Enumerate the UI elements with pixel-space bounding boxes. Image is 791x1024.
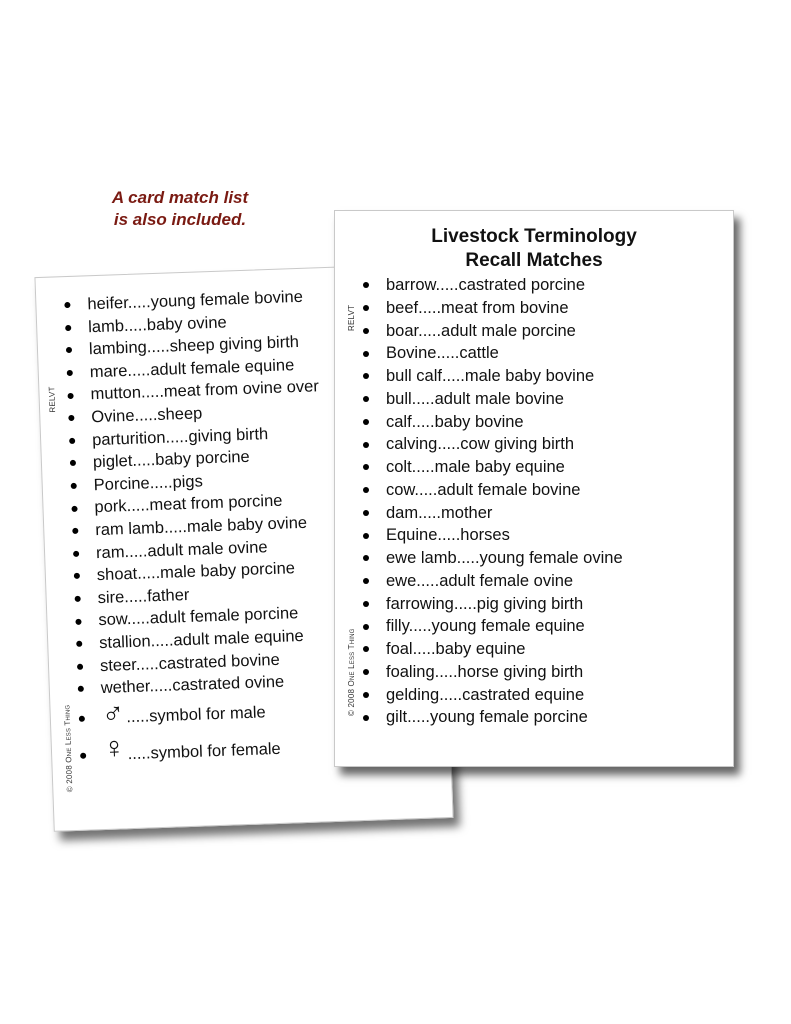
list-item: gilt.....young female porcine	[363, 706, 623, 729]
bullet-icon	[80, 752, 87, 760]
caption-line-2: is also included.	[113, 210, 247, 229]
bullet-icon	[74, 595, 81, 602]
list-item: filly.....young female equine	[363, 615, 623, 638]
list-item: bull.....adult male bovine	[363, 388, 623, 411]
list-item: farrowing.....pig giving birth	[363, 593, 623, 616]
bullet-icon	[363, 464, 369, 471]
list-item: foal.....baby equine	[363, 638, 623, 661]
bullet-icon	[70, 482, 77, 490]
copyright-label: © 2008 One Less Thing	[347, 628, 356, 716]
list-item-female-symbol: ♀.....symbol for female	[80, 729, 332, 774]
right-term-list: barrow.....castrated porcine beef.....me…	[363, 274, 623, 729]
bullet-icon	[363, 600, 369, 607]
bullet-icon	[363, 418, 369, 425]
side-code-label: RELVT	[347, 304, 356, 331]
bullet-icon	[363, 532, 369, 539]
bullet-icon	[363, 578, 369, 585]
bullet-icon	[69, 460, 77, 467]
bullet-icon	[71, 505, 78, 512]
list-item: calving.....cow giving birth	[363, 433, 623, 456]
bullet-icon	[78, 715, 85, 723]
bullet-icon	[75, 618, 82, 625]
bullet-icon	[64, 302, 71, 309]
bullet-icon	[363, 373, 369, 380]
bullet-icon	[76, 663, 84, 670]
bullet-icon	[76, 640, 83, 648]
bullet-icon	[73, 573, 81, 580]
list-item: bull calf.....male baby bovine	[363, 365, 623, 388]
bullet-icon	[363, 282, 369, 289]
bullet-icon	[363, 646, 369, 653]
bullet-icon	[363, 305, 369, 312]
bullet-icon	[363, 669, 369, 676]
bullet-icon	[363, 691, 369, 698]
bullet-icon	[72, 528, 79, 535]
bullet-icon	[363, 623, 369, 630]
bullet-icon	[363, 327, 369, 334]
list-item: colt.....male baby equine	[363, 456, 623, 479]
male-symbol-icon: ♂	[101, 697, 125, 732]
bullet-icon	[363, 487, 369, 494]
bullet-icon	[65, 324, 72, 331]
caption-line-1: A card match list	[111, 188, 249, 207]
bullet-icon	[363, 396, 369, 403]
bullet-icon	[363, 350, 369, 357]
list-item: beef.....meat from bovine	[363, 297, 623, 320]
bullet-icon	[363, 714, 369, 721]
list-item: Equine.....horses	[363, 524, 623, 547]
list-item: gelding.....castrated equine	[363, 684, 623, 707]
bullet-icon	[68, 415, 75, 422]
bullet-icon	[77, 686, 84, 693]
bullet-icon	[363, 555, 369, 562]
right-card: Livestock Terminology Recall Matches REL…	[334, 210, 734, 767]
card-title-line-2: Recall Matches	[465, 250, 603, 271]
bullet-icon	[73, 550, 80, 557]
list-item: boar.....adult male porcine	[363, 320, 623, 343]
bullet-icon	[363, 441, 369, 448]
list-item: foaling.....horse giving birth	[363, 661, 623, 684]
card-title-line-1: Livestock Terminology	[431, 226, 637, 247]
left-term-list: heifer.....young female bovine lamb.....…	[64, 285, 332, 774]
bullet-icon	[69, 437, 76, 444]
list-item: barrow.....castrated porcine	[363, 274, 623, 297]
caption: A card match list is also included.	[80, 187, 280, 231]
card-title: Livestock Terminology Recall Matches	[335, 225, 733, 273]
bullet-icon	[66, 369, 73, 377]
list-item: calf.....baby bovine	[363, 411, 623, 434]
list-item: ewe.....adult female ovine	[363, 570, 623, 593]
side-code-label: RELVT	[47, 386, 58, 413]
bullet-icon	[67, 392, 74, 399]
bullet-icon	[65, 347, 73, 354]
list-item: ewe lamb.....young female ovine	[363, 547, 623, 570]
list-item: cow.....adult female bovine	[363, 479, 623, 502]
bullet-icon	[363, 509, 369, 516]
list-item: dam.....mother	[363, 502, 623, 525]
female-symbol-icon: ♀	[102, 731, 127, 766]
list-item: Bovine.....cattle	[363, 342, 623, 365]
copyright-label: © 2008 One Less Thing	[62, 704, 75, 793]
